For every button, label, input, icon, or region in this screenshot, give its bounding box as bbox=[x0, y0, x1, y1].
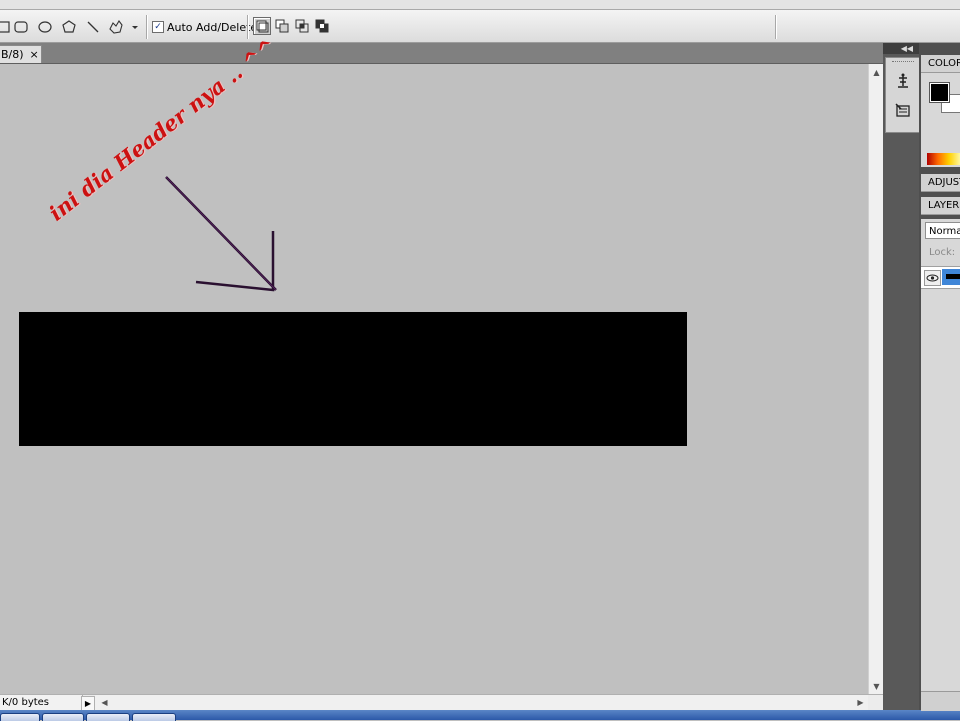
intersect-path-icon bbox=[295, 19, 309, 33]
vertical-scrollbar[interactable]: ▲ ▼ bbox=[868, 64, 884, 694]
scroll-left-icon[interactable]: ◀ bbox=[97, 695, 112, 710]
status-menu-arrow-icon[interactable]: ▶ bbox=[81, 696, 95, 711]
document-tab[interactable]: B/8) × bbox=[0, 45, 42, 63]
path-area-icon bbox=[256, 20, 269, 33]
document-tab-label: B/8) bbox=[1, 48, 24, 61]
panel-icon-dock: ◀◀ bbox=[883, 43, 920, 710]
eye-icon[interactable] bbox=[924, 270, 941, 286]
collapse-panels-icon[interactable]: ◀◀ bbox=[883, 43, 919, 54]
rounded-rectangle-tool-icon[interactable] bbox=[13, 19, 29, 35]
tool-presets-icon[interactable] bbox=[894, 102, 912, 120]
document-tab-bar: B/8) × bbox=[0, 43, 883, 64]
panels-column: COLOR ADJUST LAYERS Normal Lock: bbox=[919, 43, 960, 711]
document-size-info: K/0 bytes bbox=[0, 695, 83, 710]
polygon-tool-icon[interactable] bbox=[61, 19, 77, 35]
header-shape-layer[interactable] bbox=[19, 312, 687, 446]
auto-add-delete-label: Auto Add/Delete bbox=[167, 20, 258, 34]
layer-thumbnail-shape bbox=[946, 274, 960, 279]
horizontal-scrollbar[interactable]: ◀ ▶ bbox=[95, 695, 868, 710]
layers-panel-tab[interactable]: LAYERS bbox=[921, 197, 960, 215]
dock-grip[interactable] bbox=[892, 61, 914, 64]
color-panel-tab[interactable]: COLOR bbox=[921, 55, 960, 73]
blend-mode-select[interactable]: Normal bbox=[925, 222, 960, 239]
clone-source-icon[interactable] bbox=[894, 72, 912, 90]
subtract-path-icon bbox=[275, 19, 289, 33]
intersect-path-areas-button[interactable] bbox=[293, 17, 311, 35]
color-ramp[interactable] bbox=[927, 153, 960, 165]
layer-row[interactable] bbox=[921, 266, 960, 289]
custom-shape-tool-icon[interactable] bbox=[108, 19, 124, 35]
tool-options-bar: ✓ Auto Add/Delete bbox=[0, 10, 960, 43]
status-bar: K/0 bytes ▶ ◀ ▶ bbox=[0, 694, 883, 711]
add-to-path-area-button[interactable] bbox=[253, 17, 271, 35]
top-menu-edge bbox=[0, 0, 960, 10]
chevron-down-icon[interactable] bbox=[130, 19, 140, 35]
color-panel bbox=[921, 73, 960, 167]
layers-panel-footer bbox=[921, 691, 960, 711]
scroll-right-icon[interactable]: ▶ bbox=[853, 695, 868, 710]
exclude-path-icon bbox=[315, 19, 329, 33]
exclude-overlapping-path-areas-button[interactable] bbox=[313, 17, 331, 35]
separator bbox=[247, 15, 249, 39]
subtract-from-path-area-button[interactable] bbox=[273, 17, 291, 35]
scroll-up-icon[interactable]: ▲ bbox=[869, 65, 884, 80]
auto-add-delete-checkbox[interactable]: ✓ bbox=[152, 21, 164, 33]
auto-add-delete-option[interactable]: ✓ Auto Add/Delete bbox=[152, 19, 257, 35]
line-tool-icon[interactable] bbox=[85, 19, 101, 35]
layer-thumbnail bbox=[942, 269, 960, 285]
adjustments-panel-tab[interactable]: ADJUST bbox=[921, 174, 960, 192]
lock-label: Lock: bbox=[929, 247, 956, 258]
rectangle-tool-icon[interactable] bbox=[0, 19, 11, 35]
layers-panel: Normal Lock: bbox=[921, 219, 960, 691]
close-icon[interactable]: × bbox=[30, 48, 39, 61]
ellipse-tool-icon[interactable] bbox=[37, 19, 53, 35]
visibility-glyph bbox=[926, 274, 939, 282]
dock-icon-group bbox=[885, 57, 920, 133]
scroll-down-icon[interactable]: ▼ bbox=[869, 679, 884, 694]
separator bbox=[775, 15, 777, 39]
os-taskbar bbox=[0, 710, 960, 721]
separator bbox=[146, 15, 148, 39]
foreground-color-swatch[interactable] bbox=[929, 82, 950, 103]
document-canvas[interactable]: ini dia Header nya .. ^^ bbox=[0, 33, 868, 694]
